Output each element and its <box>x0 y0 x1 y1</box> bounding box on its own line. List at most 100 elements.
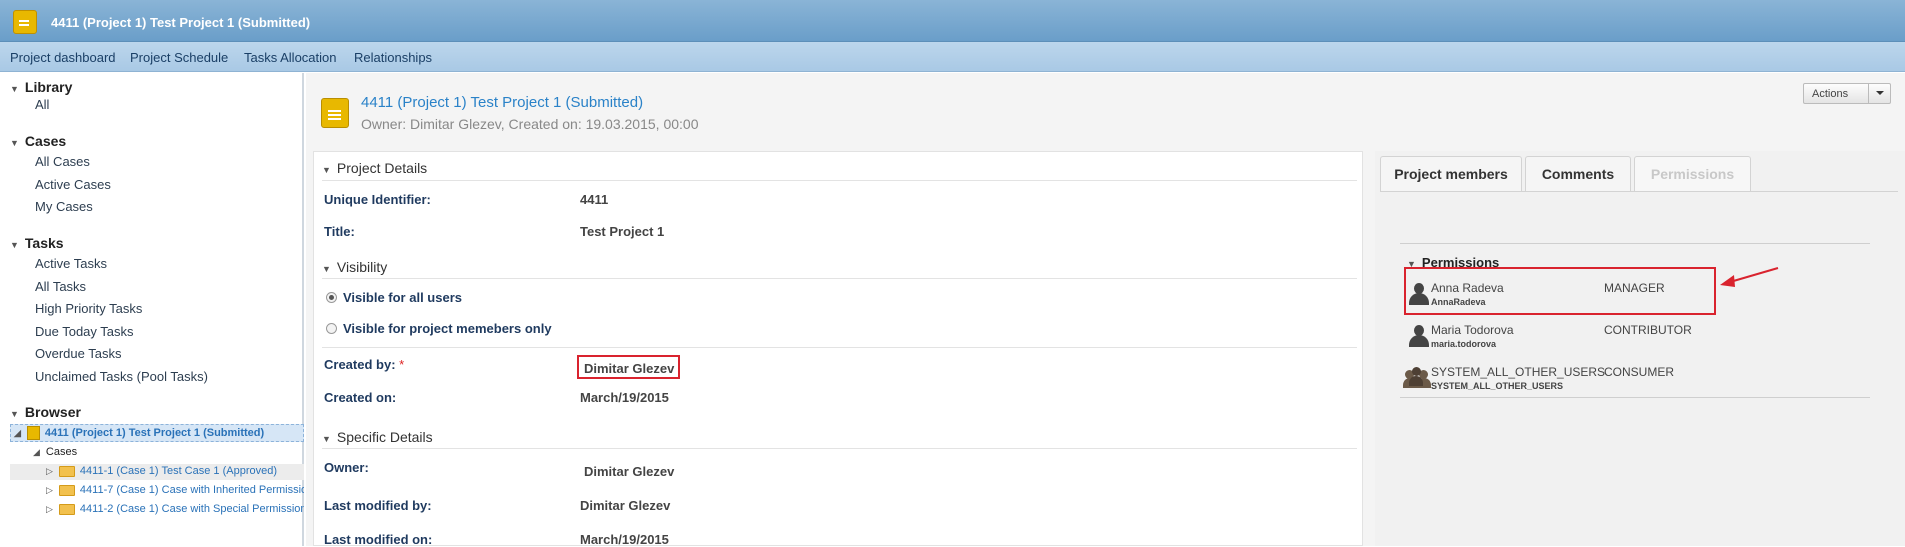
browser-title: Browser <box>24 404 81 420</box>
sidebar-item-all-cases[interactable]: All Cases <box>35 154 90 169</box>
sidebar-item-high-priority-tasks[interactable]: High Priority Tasks <box>35 301 142 316</box>
divider <box>322 180 1357 181</box>
collapse-triangle-icon[interactable]: ▼ <box>322 264 331 274</box>
tab-comments[interactable]: Comments <box>1525 156 1631 191</box>
sidebar-item-due-today-tasks[interactable]: Due Today Tasks <box>35 324 134 339</box>
browser-section[interactable]: ▼ Browser <box>10 404 81 420</box>
unique-identifier-value: 4411 <box>580 192 609 207</box>
visibility-header[interactable]: ▼ Visibility <box>322 259 387 275</box>
visibility-option-all[interactable]: Visible for all users <box>326 290 462 305</box>
created-on-value: March/19/2015 <box>580 390 669 405</box>
collapsed-triangle-icon[interactable]: ▷ <box>46 485 53 495</box>
page-title[interactable]: 4411 (Project 1) Test Project 1 (Submitt… <box>361 94 643 111</box>
specific-details-title: Specific Details <box>336 429 433 445</box>
tree-item-case-1[interactable]: ▷ 4411-1 (Case 1) Test Case 1 (Approved) <box>46 465 277 477</box>
tree-cases-label: Cases <box>45 446 78 458</box>
tree-case-label: 4411-7 (Case 1) Case with Inherited Perm… <box>79 484 304 496</box>
project-icon <box>26 426 40 440</box>
chevron-down-icon[interactable] <box>1868 84 1890 103</box>
tree-item-cases[interactable]: ◢ Cases <box>33 446 77 458</box>
permission-user-name: Maria Todorova <box>1431 323 1514 337</box>
tasks-title: Tasks <box>24 235 64 251</box>
divider <box>322 347 1357 348</box>
title-label: Title: <box>324 224 355 239</box>
permission-user-name: SYSTEM_ALL_OTHER_USERS <box>1431 365 1606 379</box>
tree-item-project[interactable]: ◢ 4411 (Project 1) Test Project 1 (Submit… <box>14 426 264 440</box>
cases-section[interactable]: ▼ Cases <box>10 133 66 149</box>
radio-unselected-icon[interactable] <box>326 323 337 334</box>
details-card: ▼ Project Details Unique Identifier: 4411… <box>313 151 1363 547</box>
divider <box>322 448 1357 449</box>
collapse-triangle-icon[interactable]: ▼ <box>322 434 331 444</box>
last-modified-by-label: Last modified by: <box>324 498 432 513</box>
collapse-triangle-icon[interactable]: ▼ <box>10 240 19 250</box>
sidebar-item-overdue-tasks[interactable]: Overdue Tasks <box>35 346 121 361</box>
actions-label: Actions <box>1812 88 1849 100</box>
title-value: Test Project 1 <box>580 224 665 239</box>
tasks-section[interactable]: ▼ Tasks <box>10 235 64 251</box>
divider <box>1400 243 1870 244</box>
visibility-option-members[interactable]: Visible for project memebers only <box>326 321 552 336</box>
unique-identifier-label: Unique Identifier: <box>324 192 431 207</box>
annotation-highlight-box <box>1404 267 1716 315</box>
visibility-option-label: Visible for project memebers only <box>343 321 552 336</box>
user-icon <box>1408 325 1429 347</box>
window-title: 4411 (Project 1) Test Project 1 (Submitt… <box>51 15 311 30</box>
tab-project-members[interactable]: Project members <box>1380 156 1522 191</box>
permission-user-login: maria.todorova <box>1431 339 1497 349</box>
last-modified-on-label: Last modified on: <box>324 532 433 547</box>
tree-project-label: 4411 (Project 1) Test Project 1 (Submitt… <box>44 426 265 439</box>
collapsed-triangle-icon[interactable]: ▷ <box>46 504 53 514</box>
sidebar-item-unclaimed-tasks[interactable]: Unclaimed Tasks (Pool Tasks) <box>35 369 208 384</box>
last-modified-on-value: March/19/2015 <box>580 532 669 547</box>
nav-project-schedule[interactable]: Project Schedule <box>130 50 228 65</box>
owner-value: Dimitar Glezev <box>584 464 675 479</box>
tab-divider <box>1380 191 1898 192</box>
collapsed-triangle-icon[interactable]: ▷ <box>46 466 53 476</box>
permission-role: CONTRIBUTOR <box>1604 323 1692 337</box>
main-content: 4411 (Project 1) Test Project 1 (Submitt… <box>306 73 1905 547</box>
page-subtitle: Owner: Dimitar Glezev, Created on: 19.03… <box>361 116 699 132</box>
collapse-triangle-icon[interactable]: ▼ <box>10 409 19 419</box>
project-details-title: Project Details <box>336 160 428 176</box>
tree-item-case-7[interactable]: ▷ 4411-7 (Case 1) Case with Inherited Per… <box>46 484 304 496</box>
specific-details-header[interactable]: ▼ Specific Details <box>322 429 433 445</box>
nav-tasks-allocation[interactable]: Tasks Allocation <box>244 50 337 65</box>
required-mark: * <box>399 357 405 372</box>
created-on-label: Created on: <box>324 390 397 405</box>
actions-button[interactable]: Actions <box>1803 83 1891 104</box>
folder-icon <box>58 465 75 477</box>
side-panel: Project members Comments Permissions ▼ Pe… <box>1375 151 1905 546</box>
collapse-triangle-icon[interactable]: ▼ <box>322 165 331 175</box>
sidebar-item-active-tasks[interactable]: Active Tasks <box>35 256 107 271</box>
divider <box>1400 397 1870 398</box>
library-title: Library <box>24 79 73 95</box>
expanded-triangle-icon[interactable]: ◢ <box>14 428 21 438</box>
sidebar-item-all[interactable]: All <box>35 97 49 112</box>
title-bar: 4411 (Project 1) Test Project 1 (Submitt… <box>0 0 1905 42</box>
project-details-header[interactable]: ▼ Project Details <box>322 160 427 176</box>
sidebar-item-active-cases[interactable]: Active Cases <box>35 177 111 192</box>
permission-user-login: SYSTEM_ALL_OTHER_USERS <box>1431 381 1564 391</box>
nav-bar: Project dashboard Project Schedule Tasks… <box>0 42 1905 72</box>
nav-project-dashboard[interactable]: Project dashboard <box>10 50 116 65</box>
created-by-label: Created by: * <box>324 357 404 372</box>
annotation-arrow-icon <box>1720 267 1779 287</box>
tree-item-case-2[interactable]: ▷ 4411-2 (Case 1) Case with Special Permi… <box>46 503 304 515</box>
project-icon <box>321 98 349 128</box>
owner-label: Owner: <box>324 460 369 475</box>
sidebar: ▼ Library All ▼ Cases All Cases Active Cas… <box>0 73 304 546</box>
nav-relationships[interactable]: Relationships <box>354 50 432 65</box>
expanded-triangle-icon[interactable]: ◢ <box>33 447 40 457</box>
sidebar-item-all-tasks[interactable]: All Tasks <box>35 279 86 294</box>
sidebar-item-my-cases[interactable]: My Cases <box>35 199 93 214</box>
tree-case-label: 4411-2 (Case 1) Case with Special Permis… <box>79 503 304 515</box>
radio-selected-icon[interactable] <box>326 292 337 303</box>
visibility-option-label: Visible for all users <box>343 290 462 305</box>
collapse-triangle-icon[interactable]: ▼ <box>10 138 19 148</box>
collapse-triangle-icon[interactable]: ▼ <box>10 84 19 94</box>
cases-title: Cases <box>24 133 67 149</box>
tab-permissions[interactable]: Permissions <box>1634 156 1751 191</box>
library-section[interactable]: ▼ Library <box>10 79 72 95</box>
created-by-label-text: Created by: <box>324 357 396 372</box>
